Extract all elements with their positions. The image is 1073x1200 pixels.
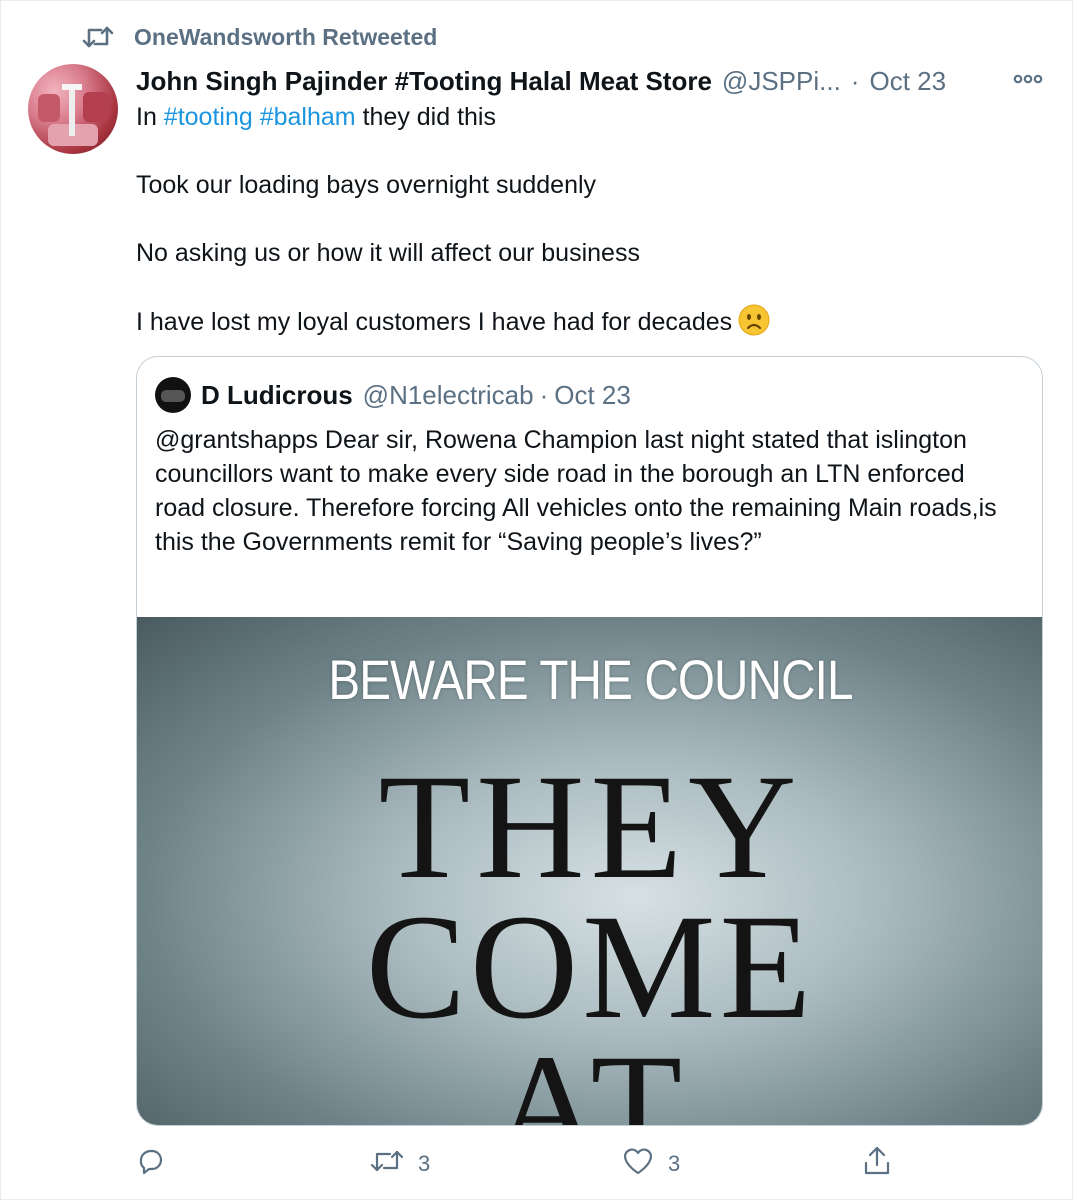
- tweet-paragraph: In #tooting #balham they did this: [136, 100, 1036, 134]
- retweet-icon: [82, 24, 114, 50]
- quoted-tweet-card[interactable]: D Ludicrous @N1electricab · Oct 23 @gran…: [136, 356, 1043, 1126]
- author-handle[interactable]: @JSPPi...: [722, 66, 841, 97]
- text-span: I have lost my loyal customers I have ha…: [136, 308, 733, 336]
- tweet-paragraph: Took our loading bays overnight suddenly: [136, 171, 597, 199]
- tweet-text: In #tooting #balham they did this Took o…: [136, 100, 1036, 339]
- quoted-author-name: D Ludicrous: [201, 379, 353, 410]
- heart-icon: [622, 1146, 654, 1182]
- social-context[interactable]: OneWandsworth Retweeted: [82, 20, 437, 54]
- frowning-face-emoji-icon: [738, 304, 770, 336]
- avatar-image: [38, 84, 109, 146]
- share-button[interactable]: [862, 1145, 892, 1183]
- image-word-at: AT: [492, 1024, 689, 1126]
- quoted-tweet-timestamp: Oct 23: [554, 379, 631, 410]
- hashtag-link[interactable]: #tooting: [164, 103, 253, 131]
- retweet-button[interactable]: 3: [370, 1147, 430, 1181]
- more-options-icon[interactable]: [1013, 66, 1043, 99]
- social-context-text: OneWandsworth Retweeted: [134, 23, 438, 50]
- image-word-they: THEY: [378, 744, 803, 910]
- header-separator: ·: [850, 65, 860, 96]
- text-span: they did this: [355, 103, 496, 131]
- like-button[interactable]: 3: [622, 1146, 680, 1182]
- author-avatar[interactable]: [28, 64, 118, 154]
- tweet-header: John Singh Pajinder #Tooting Halal Meat …: [136, 62, 1043, 100]
- hashtag-link[interactable]: #balham: [260, 103, 356, 131]
- retweet-count: 3: [418, 1151, 431, 1176]
- retweet-action-icon: [370, 1147, 404, 1181]
- reply-button[interactable]: [136, 1146, 180, 1182]
- tweet-paragraph: I have lost my loyal customers I have ha…: [136, 304, 1036, 339]
- like-count: 3: [668, 1151, 681, 1176]
- quoted-author-handle: @N1electricab: [362, 379, 534, 410]
- tweet-timestamp[interactable]: Oct 23: [869, 66, 946, 97]
- tweet-paragraph: No asking us or how it will affect our b…: [136, 239, 640, 267]
- image-word-come: COME: [365, 884, 816, 1050]
- share-icon: [862, 1145, 892, 1183]
- quoted-tweet-text: @grantshapps Dear sir, Rowena Champion l…: [155, 426, 997, 556]
- quoted-author-avatar: [155, 377, 191, 413]
- image-caption-top: BEWARE THE COUNCIL: [328, 648, 853, 711]
- quoted-tweet-image[interactable]: BEWARE THE COUNCIL THEY COME AT: [137, 617, 1042, 1126]
- reply-icon: [136, 1146, 166, 1182]
- tweet-action-bar: 3 3: [136, 1146, 896, 1182]
- quoted-header-separator: ·: [539, 379, 549, 410]
- text-span: In: [136, 103, 164, 131]
- author-name[interactable]: John Singh Pajinder #Tooting Halal Meat …: [136, 66, 712, 97]
- quoted-tweet-header: D Ludicrous @N1electricab · Oct 23: [155, 377, 631, 413]
